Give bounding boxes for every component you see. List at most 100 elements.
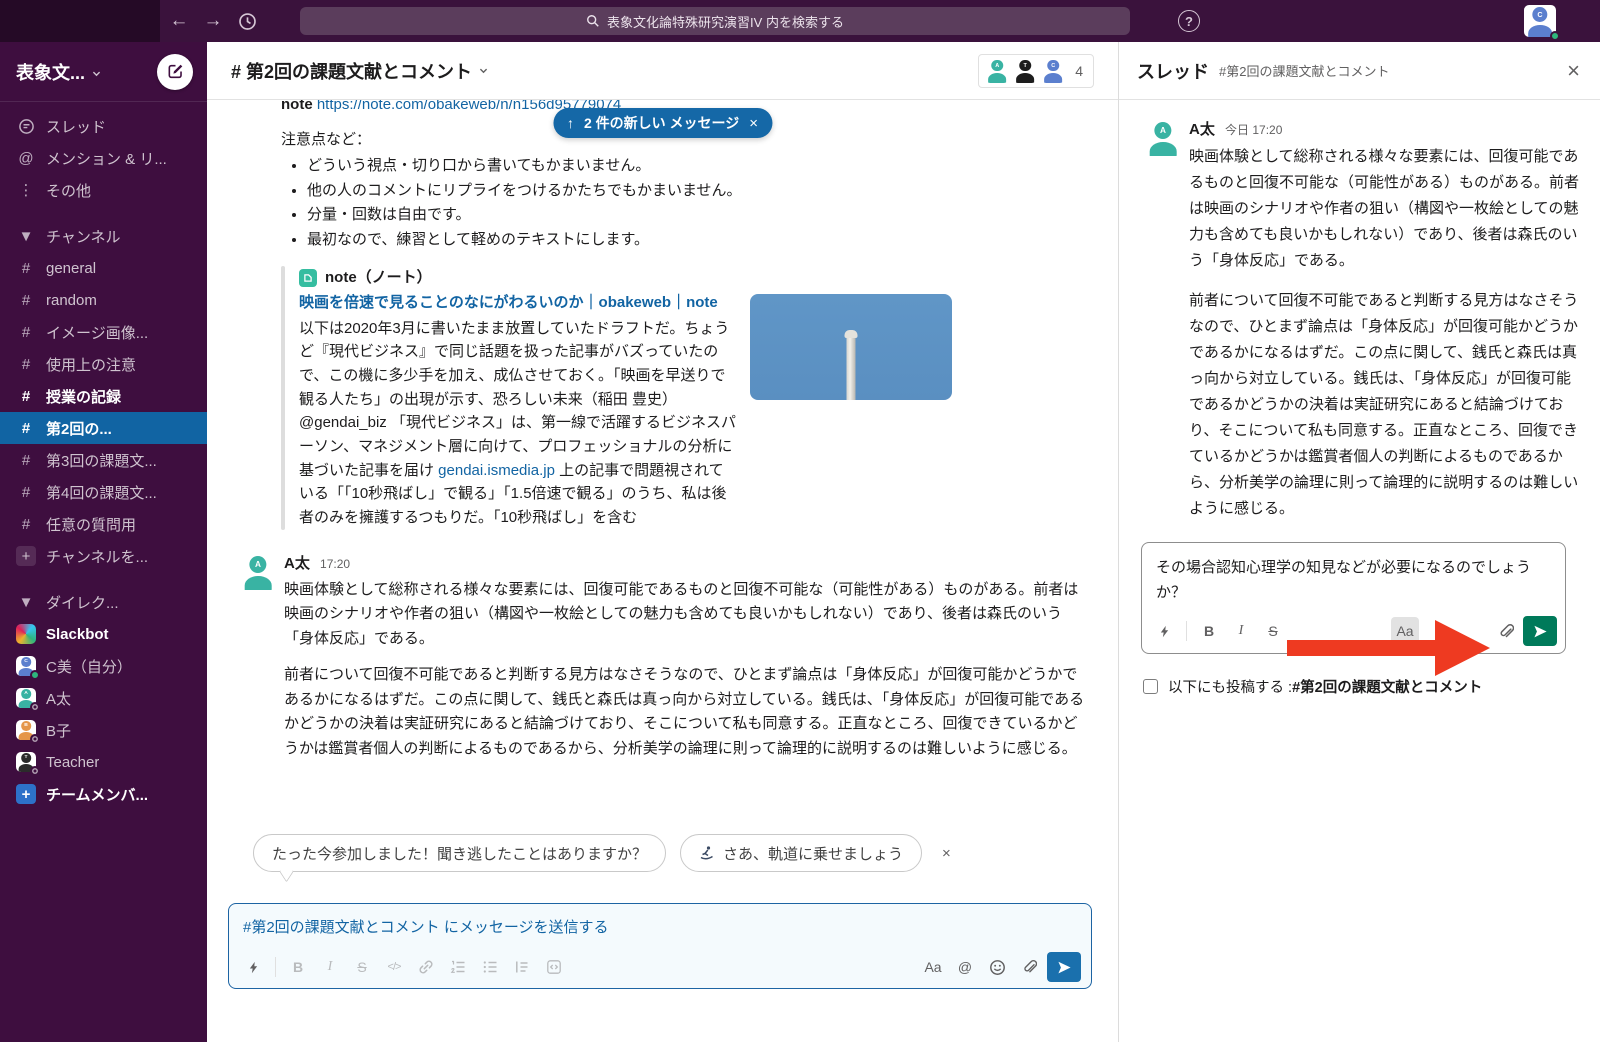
message-avatar[interactable]: A xyxy=(240,554,276,590)
thread-reply-composer[interactable]: その場合認知心理学の知見などが必要になるのでしょうか？ B I S Aa xyxy=(1141,542,1566,654)
plus-icon: + xyxy=(16,546,36,566)
help-icon[interactable]: ? xyxy=(1178,10,1200,32)
strikethrough-button[interactable]: S xyxy=(348,953,376,981)
text-format-toggle[interactable]: Aa xyxy=(1391,617,1419,645)
add-channel-button[interactable]: + チャンネルを... xyxy=(0,540,207,572)
history-back-button[interactable]: ← xyxy=(162,4,196,38)
history-forward-button[interactable]: → xyxy=(196,4,230,38)
sidebar-item-channel-records[interactable]: # 授業の記録 xyxy=(0,380,207,412)
history-clock-icon[interactable] xyxy=(230,4,264,38)
suggestions-dismiss-icon[interactable]: × xyxy=(942,845,951,862)
bold-button[interactable]: B xyxy=(1195,617,1223,645)
thread-channel-name[interactable]: #第2回の課題文献とコメント xyxy=(1219,61,1389,80)
bullet-item: どういう視点・切り口から書いてもかまいません。 xyxy=(307,154,1092,179)
top-bar: ← → 表象文化論特殊研究演習IV 内を検索する ? C xyxy=(0,0,1600,42)
message-author[interactable]: A太 xyxy=(1189,121,1215,138)
bullet-list-button[interactable] xyxy=(476,953,504,981)
sidebar-item-channel-session3[interactable]: # 第3回の課題文... xyxy=(0,444,207,476)
send-reply-button[interactable] xyxy=(1523,616,1557,646)
sidebar-item-channel-random[interactable]: # random xyxy=(0,284,207,316)
bold-button[interactable]: B xyxy=(284,953,312,981)
hash-icon: # xyxy=(16,292,36,309)
sidebar-item-channel-session4[interactable]: # 第4回の課題文... xyxy=(0,476,207,508)
avatar: T xyxy=(16,752,36,772)
hash-icon: # xyxy=(16,324,36,341)
bullet-item: 最初なので、練習として軽めのテキストにします。 xyxy=(307,228,1092,253)
hash-icon: # xyxy=(16,484,36,501)
link-button[interactable] xyxy=(412,953,440,981)
sidebar-item-channel-general[interactable]: # general xyxy=(0,252,207,284)
caret-down-icon: ▼ xyxy=(16,228,36,245)
gendai-link[interactable]: gendai.ismedia.jp xyxy=(438,462,555,479)
channels-section-header[interactable]: ▼ チャンネル xyxy=(0,220,207,252)
suggestion-pill-2[interactable]: さあ、軌道に乗せましょう xyxy=(680,834,922,872)
sidebar-item-dm-teacher[interactable]: T Teacher xyxy=(0,746,207,778)
sidebar-item-dm-self[interactable]: C C美（自分） xyxy=(0,650,207,682)
new-message-button[interactable] xyxy=(157,54,193,90)
sidebar-item-channel-images[interactable]: # イメージ画像... xyxy=(0,316,207,348)
channel-members-button[interactable]: A T C 4 xyxy=(978,54,1094,88)
avatar: A xyxy=(16,688,36,708)
caret-down-icon: ▼ xyxy=(16,594,36,611)
message-timestamp[interactable]: 17:20 xyxy=(320,557,350,571)
sidebar-item-more[interactable]: ⋮ その他 xyxy=(0,174,207,206)
sidebar-item-channel-questions[interactable]: # 任意の質問用 xyxy=(0,508,207,540)
thread-message: A A太 今日 17:20 映画体験として総称される様々な要素には、回復可能であ… xyxy=(1119,100,1600,522)
blockquote-button[interactable] xyxy=(508,953,536,981)
send-message-button[interactable] xyxy=(1047,952,1081,982)
shortcuts-lightning-icon[interactable] xyxy=(239,953,267,981)
user-avatar[interactable]: C xyxy=(1524,5,1556,42)
also-send-checkbox[interactable] xyxy=(1143,679,1158,694)
add-team-members-button[interactable]: + チームメンバ... xyxy=(0,778,207,810)
avatar: B xyxy=(16,720,36,740)
message-text: 前者について回復不可能であると判断する見方はなさそうなので、ひとまず論点は「身体… xyxy=(284,663,1092,761)
message-text: 前者について回復不可能であると判断する見方はなさそうなので、ひとまず論点は「身体… xyxy=(1189,288,1580,522)
search-input[interactable]: 表象文化論特殊研究演習IV 内を検索する xyxy=(300,7,1130,35)
sidebar-item-channel-usage[interactable]: # 使用上の注意 xyxy=(0,348,207,380)
thread-panel: スレッド #第2回の課題文献とコメント × A A太 今日 17:20 映画体験… xyxy=(1118,42,1600,1042)
shortcuts-lightning-icon[interactable] xyxy=(1150,617,1178,645)
ordered-list-button[interactable] xyxy=(444,953,472,981)
workspace-switcher[interactable]: 表象文... xyxy=(16,59,102,85)
card-title-link[interactable]: 映画を倍速で見ることのなにがわるいのか｜obakeweb｜note xyxy=(299,291,736,316)
italic-button[interactable]: I xyxy=(1227,617,1255,645)
code-button[interactable]: </> xyxy=(380,953,408,981)
sidebar-item-mentions[interactable]: @ メンション & リ... xyxy=(0,142,207,174)
sidebar-item-threads[interactable]: スレッド xyxy=(0,110,207,142)
channel-message-composer[interactable]: #第2回の課題文献とコメント にメッセージを送信する B I S </> xyxy=(228,903,1092,989)
channel-title[interactable]: # 第2回の課題文献とコメント xyxy=(231,58,489,84)
thread-close-icon[interactable]: × xyxy=(1567,60,1580,82)
also-send-label: 以下にも投稿する : xyxy=(1168,680,1292,696)
search-icon xyxy=(586,14,600,28)
dm-section-header[interactable]: ▼ ダイレク... xyxy=(0,586,207,618)
sidebar-item-dm-b[interactable]: B B子 xyxy=(0,714,207,746)
hash-icon: # xyxy=(16,452,36,469)
strikethrough-button[interactable]: S xyxy=(1259,617,1287,645)
message-author[interactable]: A太 xyxy=(284,555,310,572)
banner-close-icon[interactable]: × xyxy=(749,115,758,132)
sidebar-item-dm-slackbot[interactable]: Slackbot xyxy=(0,618,207,650)
emoji-button[interactable] xyxy=(983,953,1011,981)
search-placeholder: 表象文化論特殊研究演習IV 内を検索する xyxy=(607,12,844,31)
mention-button[interactable]: @ xyxy=(951,953,979,981)
presence-offline-dot xyxy=(30,702,40,712)
message-timestamp[interactable]: 今日 17:20 xyxy=(1225,123,1282,137)
reply-draft-text[interactable]: その場合認知心理学の知見などが必要になるのでしょうか？ xyxy=(1142,543,1565,609)
avatar: C xyxy=(16,656,36,676)
text-format-toggle[interactable]: Aa xyxy=(919,953,947,981)
attach-file-icon[interactable] xyxy=(1491,617,1519,645)
toolbar-divider xyxy=(275,957,276,977)
chevron-down-icon xyxy=(478,65,489,76)
mentions-icon: @ xyxy=(16,150,36,167)
presence-online-dot xyxy=(30,670,40,680)
card-thumbnail-image[interactable] xyxy=(750,294,952,400)
new-messages-banner[interactable]: ↑ 2 件の新しい メッセージ × xyxy=(553,108,772,138)
sidebar-item-channel-session2[interactable]: # 第2回の... xyxy=(0,412,207,444)
italic-button[interactable]: I xyxy=(316,953,344,981)
code-block-button[interactable] xyxy=(540,953,568,981)
suggestion-pill-1[interactable]: たった今参加しました！聞き逃したことはありますか？ xyxy=(253,834,666,872)
attach-file-icon[interactable] xyxy=(1015,953,1043,981)
message-avatar[interactable]: A xyxy=(1145,120,1181,156)
sidebar-item-dm-a[interactable]: A A太 xyxy=(0,682,207,714)
slack-app-window: ← → 表象文化論特殊研究演習IV 内を検索する ? C 表象文... xyxy=(0,0,1600,1042)
